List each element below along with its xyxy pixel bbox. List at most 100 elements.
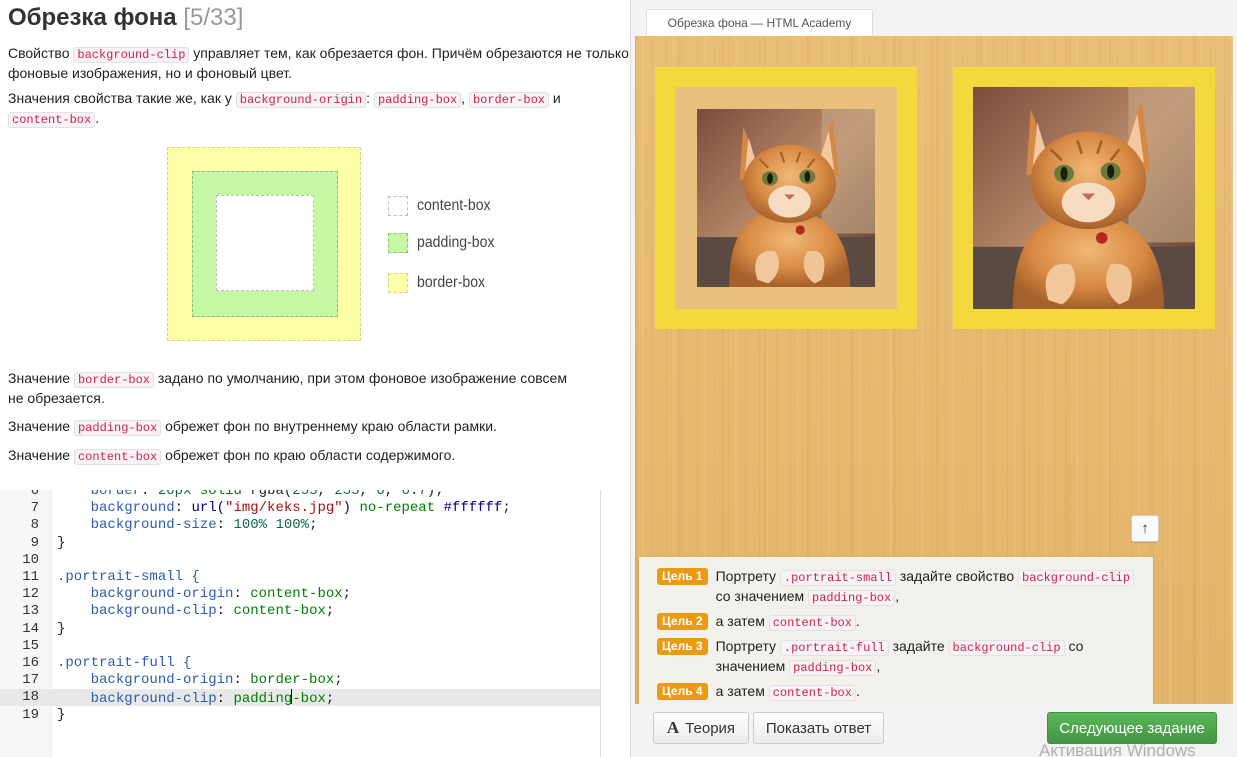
code-text[interactable]: background-origin: border-box; [57, 672, 343, 689]
code-line-13[interactable]: 13 background-clip: content-box; [0, 603, 600, 620]
result-preview: Цель 1 Портрету .portrait-small задайте с… [635, 36, 1233, 704]
theory-paragraph-2: Значения свойства такие же, как у backgr… [8, 89, 630, 129]
line-number: 11 [22, 569, 39, 585]
goal-code: padding-box [789, 660, 877, 676]
code-text[interactable]: background-clip: content-box; [57, 603, 335, 620]
code-text[interactable]: } [57, 621, 65, 638]
code-text[interactable]: background: url("img/keks.jpg") no-repea… [57, 500, 511, 517]
line-number: 12 [22, 586, 39, 603]
code-text[interactable]: background-origin: content-box; [57, 586, 351, 603]
goal-code: .portrait-full [779, 640, 889, 656]
legend-label-padding: padding-box [417, 234, 495, 251]
code-padding-box-2: padding-box [73, 420, 162, 436]
portrait-full [953, 67, 1215, 329]
portrait-small-border [655, 67, 917, 329]
goal-item-4: Цель 4 а затем content-box. [657, 682, 1143, 702]
goal-code: .portrait-small [779, 570, 896, 586]
text-cursor [291, 689, 293, 705]
theory-paragraph-5: Значение content-box обрежет фон по краю… [8, 446, 630, 466]
show-answer-button[interactable]: Показать ответ [753, 712, 884, 744]
theory-paragraph-3: Значение border-box задано по умолчанию,… [8, 369, 630, 408]
box-model-diagram: content-box padding-box border-box [8, 147, 608, 362]
code-text[interactable]: } [57, 535, 65, 552]
p2-sep-1: : [366, 90, 371, 106]
goal-item-3: Цель 3 Портрету .portrait-full задайте ba… [657, 637, 1143, 677]
next-task-button[interactable]: Следующее задание [1047, 712, 1217, 744]
goal-code: background-clip [948, 640, 1065, 656]
code-content-box: content-box [8, 112, 96, 128]
code-line-8[interactable]: 8 background-size: 100% 100%; [0, 517, 600, 534]
preview-tab[interactable]: Обрезка фона — HTML Academy [646, 9, 873, 37]
theory-panel: Обрезка фона [5/33] Свойство background-… [0, 0, 630, 490]
goal-item-1: Цель 1 Портрету .portrait-small задайте с… [657, 567, 1143, 607]
p4-text-after: обрежет фон по внутреннему краю области … [165, 418, 497, 434]
legend-swatch-content [388, 196, 408, 216]
code-line-10[interactable]: 10 [0, 552, 600, 569]
legend-swatch-padding [388, 233, 408, 253]
line-number: 6 [30, 490, 39, 499]
code-line-15[interactable]: 15 [0, 638, 600, 655]
p2-end: . [95, 110, 100, 126]
p5-text-after: обрежет фон по краю области содержимого. [165, 447, 456, 463]
p3-text-before: Значение [8, 370, 71, 386]
goals-panel: Цель 1 Портрету .portrait-small задайте с… [639, 557, 1153, 704]
code-text[interactable]: .portrait-small { [57, 569, 200, 586]
code-editor[interactable]: 6 border: 20px solid rgba(255, 255, 0, 0… [0, 490, 600, 757]
theory-paragraph-4: Значение padding-box обрежет фон по внут… [8, 417, 630, 437]
code-border-box: border-box [468, 92, 549, 108]
p2-sep-2: , [461, 90, 466, 106]
legend-label-border: border-box [417, 274, 486, 291]
lesson-counter: [5/33] [183, 4, 244, 31]
goal-text: а затем content-box. [715, 683, 860, 701]
line-number: 19 [22, 706, 39, 723]
code-line-11[interactable]: 11 .portrait-small { [0, 569, 600, 586]
legend-label-content: content-box [417, 197, 491, 214]
code-background-clip: background-clip [73, 47, 190, 63]
code-line-12[interactable]: 12 background-origin: content-box; [0, 586, 600, 603]
line-number: 8 [30, 517, 39, 534]
code-line-9[interactable]: 9} [0, 535, 600, 552]
lesson-title-text: Обрезка фона [8, 4, 177, 31]
goal-text: а затем content-box. [715, 613, 860, 631]
code-line-17[interactable]: 17 background-origin: border-box; [0, 672, 600, 689]
line-number: 13 [22, 603, 39, 620]
p2-sep-3: и [552, 90, 561, 106]
goal-item-2: Цель 2 а затем content-box. [657, 612, 1143, 632]
code-border-box-2: border-box [73, 372, 154, 388]
line-number: 7 [30, 500, 39, 517]
goal-badge: Цель 4 [657, 683, 708, 700]
goal-text: Портрету .portrait-full задайте backgrou… [715, 638, 1084, 676]
line-number: 9 [30, 534, 39, 551]
code-line-6[interactable]: 6 border: 20px solid rgba(255, 255, 0, 0… [0, 490, 600, 500]
legend-padding-box: padding-box [388, 233, 505, 253]
code-line-7[interactable]: 7 background: url("img/keks.jpg") no-rep… [0, 500, 600, 517]
line-number: 14 [22, 620, 39, 637]
code-line-18[interactable]: 18 background-clip: padding-box; [0, 689, 600, 708]
goal-badge: Цель 2 [657, 613, 708, 630]
code-text[interactable]: border: 20px solid rgba(255, 255, 0, 0.7… [57, 490, 444, 500]
line-number: 16 [22, 655, 39, 671]
preview-panel: Обрезка фона — HTML Academy Цель 1 Портр… [630, 0, 1237, 757]
page-title: Обрезка фона [5/33] [8, 4, 630, 34]
code-line-16[interactable]: 16 .portrait-full { [0, 655, 600, 672]
code-text[interactable]: .portrait-full { [57, 655, 191, 672]
line-number: 18 [22, 689, 39, 706]
theory-paragraph-1: Свойство background-clip управляет тем, … [8, 44, 630, 83]
code-text[interactable]: } [57, 707, 65, 724]
line-number: 10 [22, 551, 39, 568]
code-line-14[interactable]: 14} [0, 621, 600, 638]
code-text[interactable]: background-clip: padding-box; [57, 689, 334, 708]
p3-text-after: задано по умолчанию, при этом фоновое из… [157, 370, 567, 386]
code-padding-box: padding-box [373, 92, 462, 108]
legend-border-box: border-box [388, 273, 494, 293]
portrait-full-border [953, 67, 1215, 329]
legend-content-box: content-box [388, 196, 501, 216]
code-line-19[interactable]: 19} [0, 707, 600, 724]
theory-button[interactable]: A Теория [653, 712, 749, 744]
p1-text-before: Свойство [8, 45, 70, 61]
code-text[interactable]: background-size: 100% 100%; [57, 517, 318, 534]
code-content-box-2: content-box [73, 449, 162, 465]
line-number: 17 [22, 672, 39, 689]
theory-a-icon: A [666, 718, 680, 737]
collapse-goals-button[interactable]: ↑ [1131, 515, 1159, 542]
